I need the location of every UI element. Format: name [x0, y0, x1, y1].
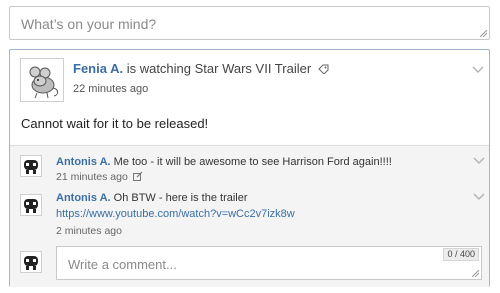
resize-grip-icon[interactable] — [472, 270, 479, 277]
comment-timestamp: 2 minutes ago — [56, 225, 122, 237]
status-placeholder: What’s on your mind? — [21, 16, 157, 32]
chevron-down-icon[interactable] — [473, 193, 485, 201]
post-action-text: is watching Star Wars VII Trailer — [123, 61, 312, 76]
post-body: Cannot wait for it to be released! — [21, 116, 209, 131]
comment-placeholder: Write a comment... — [68, 257, 177, 272]
post-header: Fenia A. is watching Star Wars VII Trail… — [73, 61, 329, 76]
robot-avatar-icon — [24, 199, 38, 213]
youtube-link[interactable]: https://www.youtube.com/watch?v=wCc2v7iz… — [56, 208, 295, 220]
resize-grip-icon[interactable] — [480, 30, 487, 37]
comment-text: Antonis A. Oh BTW - here is the trailer — [56, 192, 248, 204]
status-composer[interactable]: What’s on your mind? — [9, 6, 490, 40]
comment-text: Antonis A. Me too - it will be awesome t… — [56, 156, 392, 168]
chevron-down-icon[interactable] — [472, 66, 484, 74]
robot-avatar-icon — [24, 160, 38, 174]
chevron-down-icon[interactable] — [473, 157, 485, 165]
comment-input[interactable]: Write a comment... 0 / 400 — [56, 246, 482, 280]
avatar[interactable] — [20, 155, 42, 177]
avatar[interactable] — [20, 251, 42, 273]
comment-timestamp: 21 minutes ago — [56, 171, 143, 183]
post-author-link[interactable]: Fenia A. — [73, 61, 123, 76]
comment-message: Oh BTW - here is the trailer — [110, 192, 248, 204]
post-card: Fenia A. is watching Star Wars VII Trail… — [9, 49, 490, 287]
avatar[interactable] — [20, 194, 42, 216]
robot-avatar-icon — [24, 256, 38, 270]
comment-author-link[interactable]: Antonis A. — [56, 192, 111, 204]
comments-section: Antonis A. Me too - it will be awesome t… — [10, 145, 489, 287]
tag-icon — [318, 64, 329, 75]
comment-message: Me too - it will be awesome to see Harri… — [110, 156, 392, 168]
avatar[interactable] — [20, 58, 64, 102]
edit-icon[interactable] — [132, 171, 143, 181]
character-counter: 0 / 400 — [443, 248, 479, 261]
mouse-avatar-icon — [29, 66, 59, 99]
comment-author-link[interactable]: Antonis A. — [56, 156, 111, 168]
post-timestamp: 22 minutes ago — [73, 83, 149, 95]
comment-link-row: https://www.youtube.com/watch?v=wCc2v7iz… — [56, 208, 295, 220]
